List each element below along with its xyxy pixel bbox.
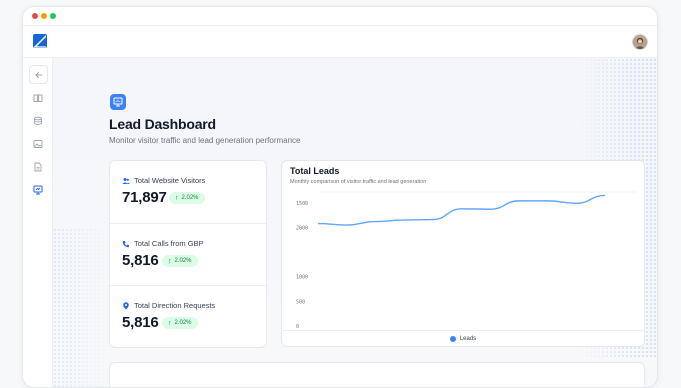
minimize-window-button[interactable] xyxy=(41,13,47,19)
close-window-button[interactable] xyxy=(32,13,38,19)
stat-website-visitors: Total Website Visitors 71,897 ↑ 2.02% xyxy=(110,161,266,223)
database-icon xyxy=(33,116,42,125)
decorative-dot-pattern-left xyxy=(53,228,113,387)
arrow-up-icon: ↑ xyxy=(175,194,179,202)
stat-direction-requests: Total Direction Requests 5,816 ↑ 2.02% xyxy=(110,285,266,347)
chart-legend[interactable]: Leads xyxy=(282,330,644,346)
presentation-icon xyxy=(33,185,42,194)
stat-value: 5,816 xyxy=(122,314,159,331)
page-title: Lead Dashboard xyxy=(109,116,216,132)
sidebar-item-media[interactable] xyxy=(29,135,46,152)
stat-label: Total Direction Requests xyxy=(122,301,215,310)
stat-label: Total Website Visitors xyxy=(122,176,205,185)
arrow-left-icon xyxy=(34,71,42,78)
total-leads-chart-card: 0 500 1000 2000 1500 Total Leads Monthly com… xyxy=(281,160,645,347)
dashboard-icon xyxy=(110,94,126,110)
bottom-panel xyxy=(109,362,645,387)
user-avatar[interactable] xyxy=(632,34,648,50)
main-content: Lead Dashboard Monitor visitor traffic a… xyxy=(53,58,657,387)
app-window: Lead Dashboard Monitor visitor traffic a… xyxy=(22,6,658,388)
change-value: 2.02% xyxy=(174,258,192,264)
legend-label: Leads xyxy=(459,335,477,342)
y-tick-label: 2000 xyxy=(296,225,308,231)
image-icon xyxy=(33,139,42,148)
page-subtitle: Monitor visitor traffic and lead generat… xyxy=(109,136,301,145)
phone-icon xyxy=(122,240,129,247)
series-line-leads xyxy=(317,194,606,226)
change-badge: ↑ 2.02% xyxy=(162,255,198,267)
stat-calls-from-gbp: Total Calls from GBP 5,816 ↑ 2.02% xyxy=(110,223,266,286)
app-logo-icon[interactable] xyxy=(33,34,47,48)
y-tick-label: 1500 xyxy=(296,201,308,207)
sidebar-item-data[interactable] xyxy=(29,112,46,129)
chart-title: Total Leads xyxy=(290,166,340,176)
change-value: 2.02% xyxy=(181,195,199,201)
y-tick-label: 1000 xyxy=(296,275,308,281)
arrow-up-icon: ↑ xyxy=(168,319,172,327)
users-icon xyxy=(122,177,130,184)
sidebar-item-docs[interactable] xyxy=(29,89,46,106)
change-badge: ↑ 2.02% xyxy=(169,192,205,204)
file-icon xyxy=(34,162,41,171)
top-bar xyxy=(23,26,657,58)
back-button[interactable] xyxy=(29,65,48,84)
arrow-up-icon: ↑ xyxy=(168,257,172,265)
y-tick-label: 500 xyxy=(296,299,305,305)
stat-label-text: Total Calls from GBP xyxy=(134,239,204,248)
sidebar-item-dashboard[interactable] xyxy=(29,181,46,198)
maximize-window-button[interactable] xyxy=(50,13,56,19)
change-value: 2.02% xyxy=(174,320,192,326)
legend-swatch xyxy=(449,335,456,342)
sidebar xyxy=(23,58,53,387)
stats-card: Total Website Visitors 71,897 ↑ 2.02% To… xyxy=(109,160,267,348)
stat-label-text: Total Direction Requests xyxy=(134,301,216,310)
stat-value: 5,816 xyxy=(122,252,159,269)
chart-subtitle: Monthly comparison of visitor traffic an… xyxy=(290,179,427,185)
book-icon xyxy=(33,94,42,102)
stat-label-text: Total Website Visitors xyxy=(134,176,206,185)
sidebar-item-files[interactable] xyxy=(29,158,46,175)
map-pin-icon xyxy=(123,301,129,310)
stat-value: 71,897 xyxy=(122,189,167,206)
change-badge: ↑ 2.02% xyxy=(162,317,198,329)
leads-line-chart: 0500100020001500 xyxy=(296,191,636,330)
stat-label: Total Calls from GBP xyxy=(122,239,204,248)
title-bar xyxy=(23,7,657,26)
